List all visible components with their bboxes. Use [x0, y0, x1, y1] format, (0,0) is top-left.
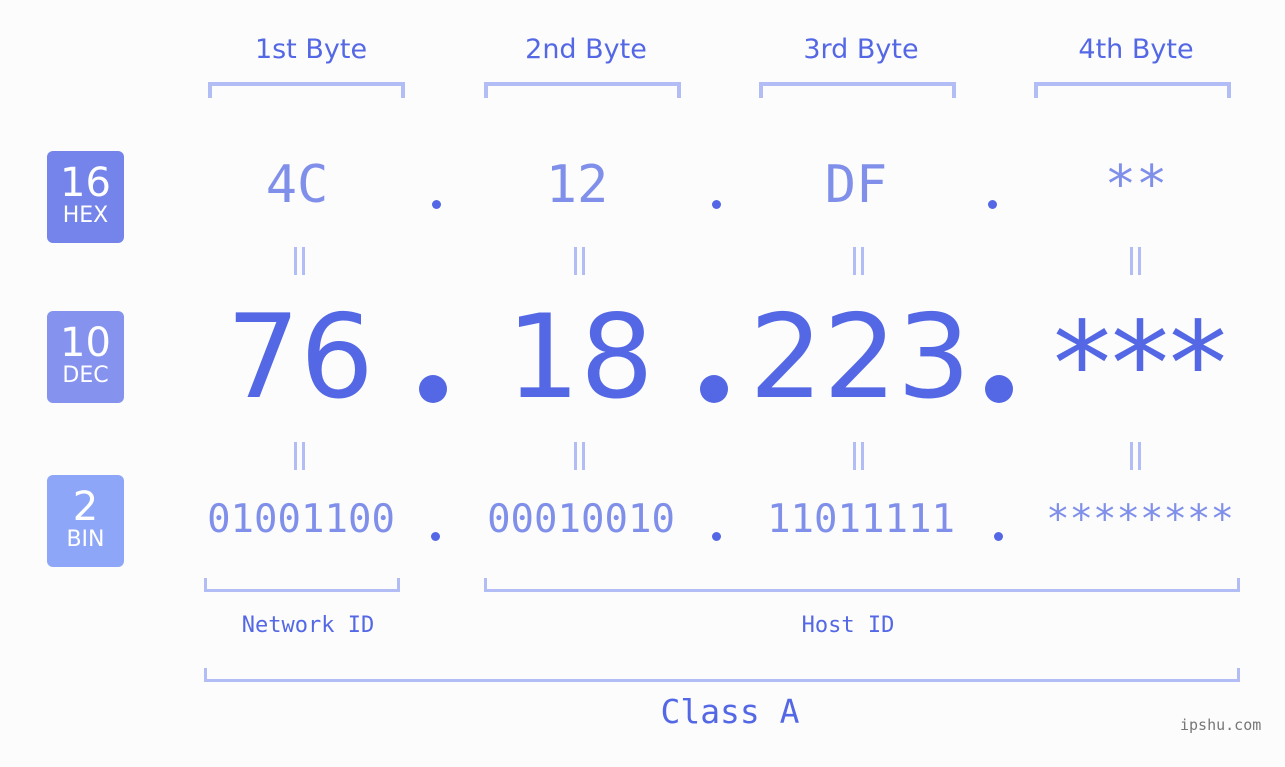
hex-dot-3 — [988, 200, 997, 209]
bin-byte-1: 01001100 — [207, 497, 395, 542]
byte-bracket-3 — [759, 82, 956, 98]
watermark: ipshu.com — [1180, 716, 1262, 734]
hex-badge-label: HEX — [62, 203, 109, 228]
host-id-bracket — [484, 578, 1240, 592]
hex-dot-2 — [712, 200, 721, 209]
byte-header-1: 1st Byte — [254, 34, 368, 65]
byte-bracket-2 — [484, 82, 681, 98]
bin-byte-4: ******** — [1046, 497, 1234, 542]
equals-icon — [851, 247, 865, 275]
hex-badge-number: 16 — [60, 160, 111, 206]
equals-icon — [572, 247, 586, 275]
equals-icon — [292, 247, 306, 275]
dec-byte-2: 18 — [506, 290, 654, 425]
dec-byte-4: *** — [1053, 297, 1227, 432]
hex-byte-4: ** — [1104, 155, 1168, 215]
hex-byte-3: DF — [824, 155, 888, 215]
bin-byte-3: 11011111 — [767, 497, 955, 542]
class-label: Class A — [660, 692, 800, 731]
equals-icon — [1128, 442, 1142, 470]
bin-byte-2: 00010010 — [487, 497, 675, 542]
byte-bracket-1 — [208, 82, 405, 98]
hex-badge: 16 HEX — [47, 151, 124, 243]
equals-icon — [572, 442, 586, 470]
equals-icon — [1128, 247, 1142, 275]
network-id-label: Network ID — [241, 613, 375, 638]
byte-header-3: 3rd Byte — [803, 34, 919, 65]
dec-dot-2 — [700, 375, 728, 403]
hex-byte-1: 4C — [265, 155, 329, 215]
byte-header-4: 4th Byte — [1078, 34, 1194, 65]
dec-byte-3: 223 — [749, 290, 971, 425]
dec-byte-1: 76 — [226, 290, 374, 425]
dec-badge-label: DEC — [62, 363, 109, 388]
bin-dot-3 — [994, 532, 1003, 541]
byte-bracket-4 — [1034, 82, 1231, 98]
class-bracket — [204, 668, 1240, 682]
network-id-bracket — [204, 578, 400, 592]
bin-dot-2 — [712, 532, 721, 541]
hex-dot-1 — [432, 200, 441, 209]
dec-badge: 10 DEC — [47, 311, 124, 403]
host-id-label: Host ID — [801, 613, 895, 638]
equals-icon — [292, 442, 306, 470]
bin-badge-label: BIN — [66, 527, 105, 552]
equals-icon — [851, 442, 865, 470]
byte-header-2: 2nd Byte — [525, 34, 647, 65]
dec-badge-number: 10 — [60, 320, 111, 366]
bin-badge: 2 BIN — [47, 475, 124, 567]
dec-dot-3 — [985, 375, 1013, 403]
bin-dot-1 — [431, 532, 440, 541]
dec-dot-1 — [419, 375, 447, 403]
bin-badge-number: 2 — [72, 484, 99, 530]
hex-byte-2: 12 — [545, 155, 609, 215]
